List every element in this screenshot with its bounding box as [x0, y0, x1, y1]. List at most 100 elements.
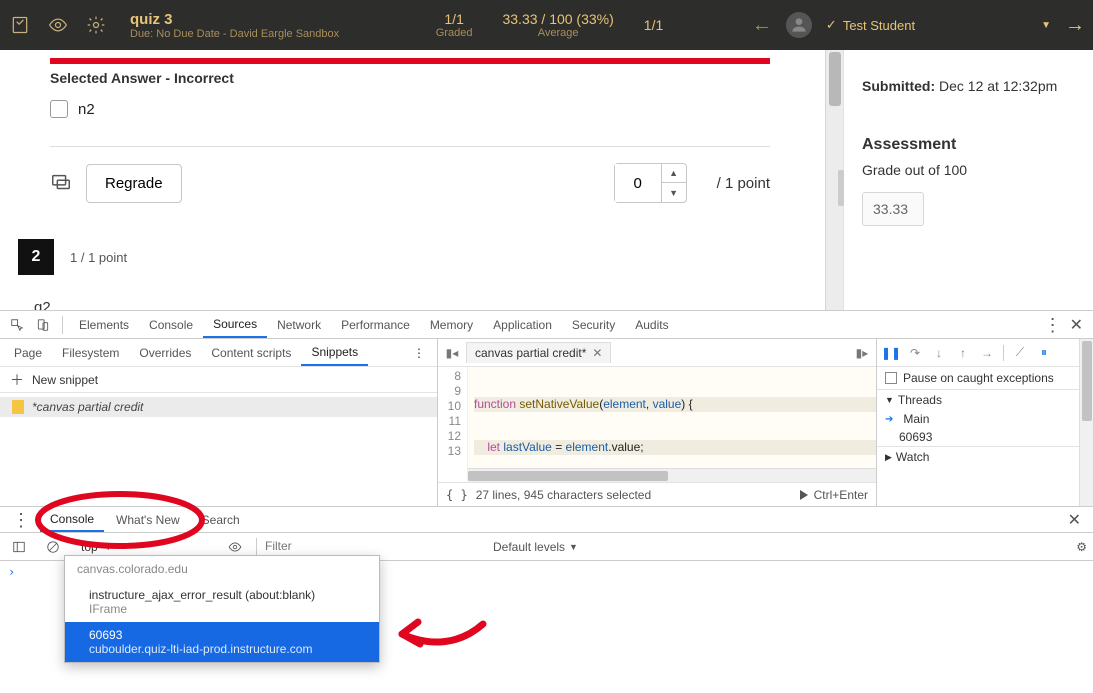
snippet-item[interactable]: *canvas partial credit: [0, 397, 437, 417]
pause-caught-checkbox[interactable]: [885, 372, 897, 384]
editor-hscroll-thumb[interactable]: [468, 471, 668, 481]
app-header: quiz 3 Due: No Due Date - David Eargle S…: [0, 0, 1093, 50]
live-expression-icon[interactable]: [226, 538, 244, 556]
visibility-icon[interactable]: [46, 13, 70, 37]
quiz-scroll-thumb[interactable]: [829, 52, 841, 106]
header-left: quiz 3 Due: No Due Date - David Eargle S…: [8, 0, 357, 50]
drawer-tab-search[interactable]: Search: [192, 507, 250, 532]
subtab-overrides[interactable]: Overrides: [129, 339, 201, 366]
subtab-snippets[interactable]: Snippets: [301, 339, 368, 366]
debugger-pane: ❚❚ ↷ ↓ ↑ → ⟋ ⏸ Pause on caught exception…: [877, 339, 1093, 506]
avatar: [786, 12, 812, 38]
deactivate-bp-icon[interactable]: ⟋: [1012, 345, 1028, 361]
thread-60693[interactable]: 60693: [877, 428, 1093, 446]
header-stats: 1/1 Graded 33.33 / 100 (33%) Average 1/1: [412, 0, 687, 50]
step-into-icon[interactable]: ↓: [931, 345, 947, 361]
context-option-60693[interactable]: 60693 cuboulder.quiz-lti-iad-prod.instru…: [65, 622, 379, 662]
context-option-ajax[interactable]: instructure_ajax_error_result (about:bla…: [65, 582, 379, 622]
regrade-button[interactable]: Regrade: [86, 164, 182, 203]
drawer-close-icon[interactable]: ✕: [1060, 510, 1089, 530]
stat-count: 1/1: [644, 17, 663, 33]
devtools-close-icon[interactable]: ✕: [1070, 315, 1083, 335]
stat-average-value: 33.33 / 100 (33%): [502, 11, 613, 27]
inspect-icon[interactable]: [8, 316, 26, 334]
question-2-block: 2 1 / 1 point q2: [18, 239, 809, 310]
navigator-tabs: Page Filesystem Overrides Content script…: [0, 339, 437, 367]
pause-caught-label: Pause on caught exceptions: [903, 371, 1054, 385]
gear-icon[interactable]: [84, 13, 108, 37]
tab-network[interactable]: Network: [267, 311, 331, 338]
tab-security[interactable]: Security: [562, 311, 625, 338]
score-step-up[interactable]: ▲: [662, 164, 686, 183]
stat-graded-value: 1/1: [444, 11, 463, 27]
subtab-content-scripts[interactable]: Content scripts: [201, 339, 301, 366]
editor-tab-close-icon[interactable]: ✕: [592, 346, 602, 360]
sidebar-drag-handle[interactable]: [838, 170, 844, 206]
log-levels-selector[interactable]: Default levels ▼: [493, 540, 578, 554]
thread-main[interactable]: Main: [877, 410, 1093, 428]
console-body[interactable]: › canvas.colorado.edu instructure_ajax_e…: [0, 561, 1093, 693]
comment-icon[interactable]: [50, 172, 72, 194]
next-student-arrow[interactable]: →: [1065, 14, 1085, 37]
pause-exceptions-icon[interactable]: ⏸: [1036, 345, 1052, 361]
sources-editor: ▮◂ canvas partial credit* ✕ ▮▸ 8910 1112…: [438, 339, 877, 506]
context-selector[interactable]: top ▼: [74, 537, 214, 557]
prev-student-arrow[interactable]: ←: [752, 14, 772, 37]
drawer-tab-console[interactable]: Console: [40, 507, 104, 532]
tab-audits[interactable]: Audits: [625, 311, 678, 338]
selected-answer-heading: Selected Answer - Incorrect: [50, 70, 809, 86]
devtools-menu-icon[interactable]: ⋮: [1044, 320, 1062, 330]
run-snippet-button[interactable]: Ctrl+Enter: [800, 488, 868, 502]
console-prompt-icon: ›: [8, 565, 15, 579]
context-dropdown: canvas.colorado.edu instructure_ajax_err…: [64, 555, 380, 663]
console-filter-input[interactable]: [265, 539, 445, 554]
step-out-icon[interactable]: ↑: [955, 345, 971, 361]
pause-icon[interactable]: ❚❚: [883, 345, 899, 361]
editor-tab[interactable]: canvas partial credit* ✕: [466, 342, 611, 363]
watch-section[interactable]: ▶ Watch: [877, 446, 1093, 467]
score-step-down[interactable]: ▼: [662, 183, 686, 202]
editor-tab-title: canvas partial credit*: [475, 346, 586, 360]
tab-memory[interactable]: Memory: [420, 311, 483, 338]
subtab-filesystem[interactable]: Filesystem: [52, 339, 129, 366]
new-snippet-button[interactable]: ＋ New snippet: [0, 367, 437, 393]
answer-checkbox[interactable]: [50, 100, 68, 118]
student-selector[interactable]: ✓ Test Student ▼: [826, 17, 1051, 33]
tab-elements[interactable]: Elements: [69, 311, 139, 338]
tab-application[interactable]: Application: [483, 311, 562, 338]
drawer-tab-whatsnew[interactable]: What's New: [106, 507, 190, 532]
gradebook-icon[interactable]: [8, 13, 32, 37]
play-icon: [800, 490, 808, 500]
editor-tabrow: ▮◂ canvas partial credit* ✕ ▮▸: [438, 339, 876, 367]
tab-console[interactable]: Console: [139, 311, 203, 338]
step-over-icon[interactable]: ↷: [907, 345, 923, 361]
chevron-down-icon: ▼: [885, 395, 894, 405]
subtab-page[interactable]: Page: [4, 339, 52, 366]
console-sidebar-icon[interactable]: [10, 538, 28, 556]
drawer-menu-icon[interactable]: ⋮: [4, 515, 38, 525]
grading-sidebar: Submitted: Dec 12 at 12:32pm Assessment …: [843, 50, 1093, 310]
tab-performance[interactable]: Performance: [331, 311, 420, 338]
console-settings-icon[interactable]: ⚙: [1076, 540, 1087, 554]
stat-graded: 1/1 Graded: [436, 11, 473, 39]
editor-code[interactable]: function setNativeValue(element, value) …: [468, 367, 876, 482]
editor-more-icon[interactable]: ▮▸: [854, 345, 870, 361]
device-toggle-icon[interactable]: [34, 316, 52, 334]
debugger-scroll-thumb[interactable]: [1082, 341, 1092, 421]
editor-nav-menu-icon[interactable]: ▮◂: [444, 345, 460, 361]
chevron-down-icon: ▼: [569, 542, 578, 552]
debugger-scrollbar[interactable]: [1079, 339, 1093, 506]
step-icon[interactable]: →: [979, 345, 995, 361]
question-points: 1 / 1 point: [70, 250, 127, 265]
pause-caught-row[interactable]: Pause on caught exceptions: [877, 367, 1093, 389]
answer-label: n2: [78, 101, 95, 118]
editor-body[interactable]: 8910 111213 function setNativeValue(elem…: [438, 367, 876, 482]
tab-sources[interactable]: Sources: [203, 311, 267, 338]
score-input[interactable]: [615, 164, 661, 202]
editor-hscrollbar[interactable]: [468, 468, 876, 482]
navigator-menu-icon[interactable]: ⋮: [405, 346, 433, 360]
threads-section[interactable]: ▼ Threads: [877, 389, 1093, 410]
clear-console-icon[interactable]: [44, 538, 62, 556]
grade-input[interactable]: [862, 192, 924, 226]
pretty-print-icon[interactable]: { }: [446, 488, 468, 502]
